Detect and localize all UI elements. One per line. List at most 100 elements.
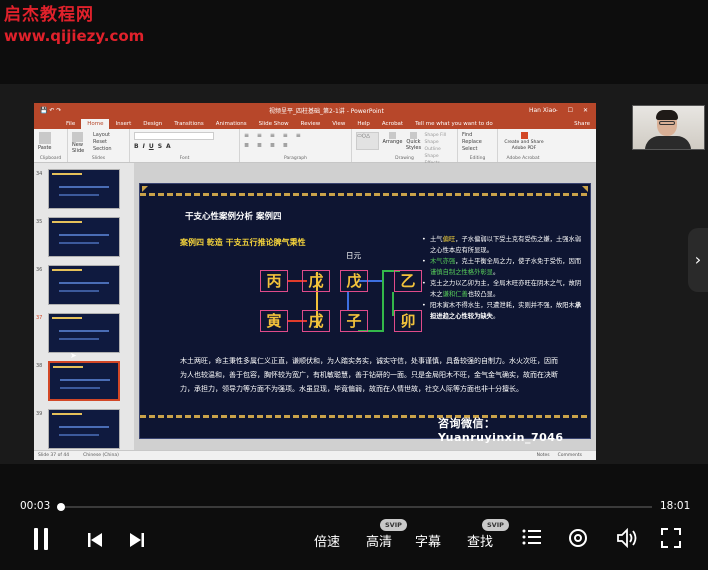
slide-thumbnail: [48, 217, 120, 257]
watermark-title: 启杰教程网: [4, 5, 94, 25]
slide-thumbnail: [48, 409, 120, 449]
powerpoint-window: 💾 ↶ ↷ 视频呈平_四柱基础_第2-1讲 - PowerPoint Han X…: [34, 103, 596, 460]
analysis-bullet: 克土之力以乙卯为主，全局木旺亦旺在阴木之气，故阴木之谦和仁善也较凸显。: [422, 278, 587, 300]
ribbon-tab-file: File: [66, 121, 76, 127]
ribbon-paragraph: ≡ ≡ ≡ ≡ ≡ ≣ ≣ ≣ ≣ Paragraph: [240, 129, 352, 162]
slide-thumbnail: [48, 313, 120, 353]
connector-line: [347, 292, 349, 310]
bullet-text: 。: [492, 313, 500, 320]
acrobat-label: Adobe Acrobat: [506, 156, 540, 161]
ribbon-tab-help: Help: [357, 121, 370, 127]
search-button[interactable]: 查找: [467, 531, 493, 550]
slide-title: 干支心性案例分析 案例四: [185, 212, 282, 222]
arrange-button: Arrange: [382, 132, 402, 167]
ribbon-tab-insert: Insert: [115, 121, 132, 127]
drawing-label: Drawing: [395, 156, 414, 161]
thumbnail-number: 38: [36, 363, 43, 369]
slide-subtitle: 案例四 乾造 干支五行推论脾气秉性: [180, 238, 306, 247]
ribbon-tab-animations: Animations: [215, 121, 247, 127]
next-page-chevron-icon[interactable]: ›: [688, 228, 708, 292]
paragraph-label: Paragraph: [283, 156, 308, 161]
shape-outline: Shape Outline: [424, 140, 441, 152]
pause-button[interactable]: [33, 528, 49, 550]
bullet-text: 。: [492, 269, 500, 276]
ppt-ribbon: Paste Clipboard New Slide Layout Reset S…: [34, 129, 596, 166]
watermark: 启杰教程网 www.qijiezy.com: [4, 4, 144, 46]
connector-line: [382, 270, 384, 330]
svip-badge: SVIP: [380, 519, 407, 531]
reset-button: Reset: [93, 139, 107, 145]
gold-border-top: [140, 193, 590, 196]
ribbon-tab-transitions: Transitions: [174, 121, 204, 127]
speed-button[interactable]: 倍速: [314, 531, 340, 550]
progress-bar[interactable]: [57, 503, 652, 511]
quality-button[interactable]: 高清: [366, 531, 392, 550]
previous-icon[interactable]: [87, 532, 103, 548]
analysis-bullet: 土气偏旺，子水偏弱以下受土克有受伤之嫌，土强水弱之心性本应有所显现。: [422, 234, 587, 256]
analysis-bullets: 土气偏旺，子水偏弱以下受土克有受伤之嫌，土强水弱之心性本应有所显现。木气亦强，克…: [422, 234, 587, 322]
bullet-text: 谦和仁善: [442, 291, 468, 298]
corner-decoration: [142, 186, 148, 192]
heavenly-stem: 丙: [260, 270, 288, 292]
ppt-ribbon-tabs: File Home Insert Design Transitions Animation…: [34, 117, 596, 129]
ppt-user: Han Xiao: [528, 106, 556, 114]
ribbon-tab-design: Design: [143, 121, 163, 127]
analysis-bullet: 阳木寅木不得水生，只遭泄耗，实则并不强，故阳木承担进趋之心性较为缺失。: [422, 300, 587, 322]
progress-knob[interactable]: [57, 503, 65, 511]
pause-icon: [44, 528, 48, 550]
layout-button: Layout: [93, 132, 110, 138]
clipboard-label: Clipboard: [39, 156, 62, 161]
corner-decoration: [582, 186, 588, 192]
create-pdf-button: Create and Share Adobe PDF: [502, 132, 546, 151]
analysis-bullet: 木气亦强，克土平衡全局之力，使子水免于受伤，因而谨慎自制之性格外彰显。: [422, 256, 587, 278]
new-slide-button: New Slide: [72, 132, 90, 154]
shape-fill: Shape Fill: [424, 133, 447, 138]
settings-icon[interactable]: [568, 528, 588, 548]
replace-button: Replace: [462, 139, 482, 145]
heavenly-stem: 戊: [340, 270, 368, 292]
ribbon-font: BIUSA Font: [130, 129, 240, 162]
fullscreen-icon[interactable]: [661, 528, 681, 548]
current-time: 00:03: [20, 500, 51, 512]
font-label: Font: [179, 156, 190, 161]
ppt-doc-title: 视频呈平_四柱基础_第2-1讲 - PowerPoint: [269, 107, 384, 115]
slide-thumbnail: [48, 265, 120, 305]
thumbnail-number: 35: [36, 219, 43, 225]
ppt-title-bar: 💾 ↶ ↷ 视频呈平_四柱基础_第2-1讲 - PowerPoint Han X…: [34, 103, 596, 117]
bullet-text: ，克土平衡全局之力，使子水免于受伤，因而: [455, 258, 582, 265]
editing-label: Editing: [469, 156, 486, 161]
share-button: Share: [574, 121, 590, 127]
thumbnail-number: 39: [36, 411, 43, 417]
playlist-icon[interactable]: [522, 528, 542, 546]
section-button: Section: [93, 146, 112, 152]
watermark-url: www.qijiezy.com: [4, 27, 145, 45]
ribbon-clipboard: Paste Clipboard: [34, 129, 68, 162]
svip-badge: SVIP: [482, 519, 509, 531]
quick-styles-button: Quick Styles: [405, 132, 421, 167]
subtitles-button[interactable]: 字幕: [415, 531, 441, 550]
total-time: 18:01: [660, 500, 691, 512]
bullet-text: 偏旺: [442, 236, 456, 243]
ppt-body: ➤ 34 35 36 37 38 39 干支心性案例分析 案例四 案例四 乾造 干支五行推…: [34, 163, 596, 450]
slide-canvas: 干支心性案例分析 案例四 案例四 乾造 干支五行推论脾气秉性 日元 丙戊戊乙寅戌…: [134, 163, 596, 450]
ribbon-tab-slide-show: Slide Show: [258, 121, 289, 127]
bullet-text: 谨慎自制之性格外彰显: [430, 269, 493, 276]
ppt-status-bar: Slide 37 of 44 Chinese (China) Notes Com…: [34, 450, 596, 460]
find-button: Find: [462, 132, 473, 138]
paste-button: Paste: [38, 132, 52, 151]
volume-icon[interactable]: [616, 528, 638, 548]
ribbon-tab-acrobat: Acrobat: [381, 121, 404, 127]
select-button: Select: [462, 146, 478, 152]
day-master-label: 日元: [346, 251, 361, 260]
slide-thumbnail: [48, 169, 120, 209]
quick-access-icon: 💾 ↶ ↷: [40, 106, 62, 114]
slide-counter: Slide 37 of 44: [38, 453, 70, 458]
slide-thumbnails: ➤ 34 35 36 37 38 39: [34, 163, 134, 450]
earthly-branch: 戌: [302, 310, 330, 332]
bullet-text: 土气: [430, 236, 443, 243]
thumbnail-number: 37: [36, 315, 43, 321]
ribbon-editing: Find Replace Select Editing: [458, 129, 498, 162]
language: Chinese (China): [83, 453, 119, 458]
next-icon[interactable]: [129, 532, 145, 548]
ribbon-tab-home: Home: [81, 119, 110, 129]
